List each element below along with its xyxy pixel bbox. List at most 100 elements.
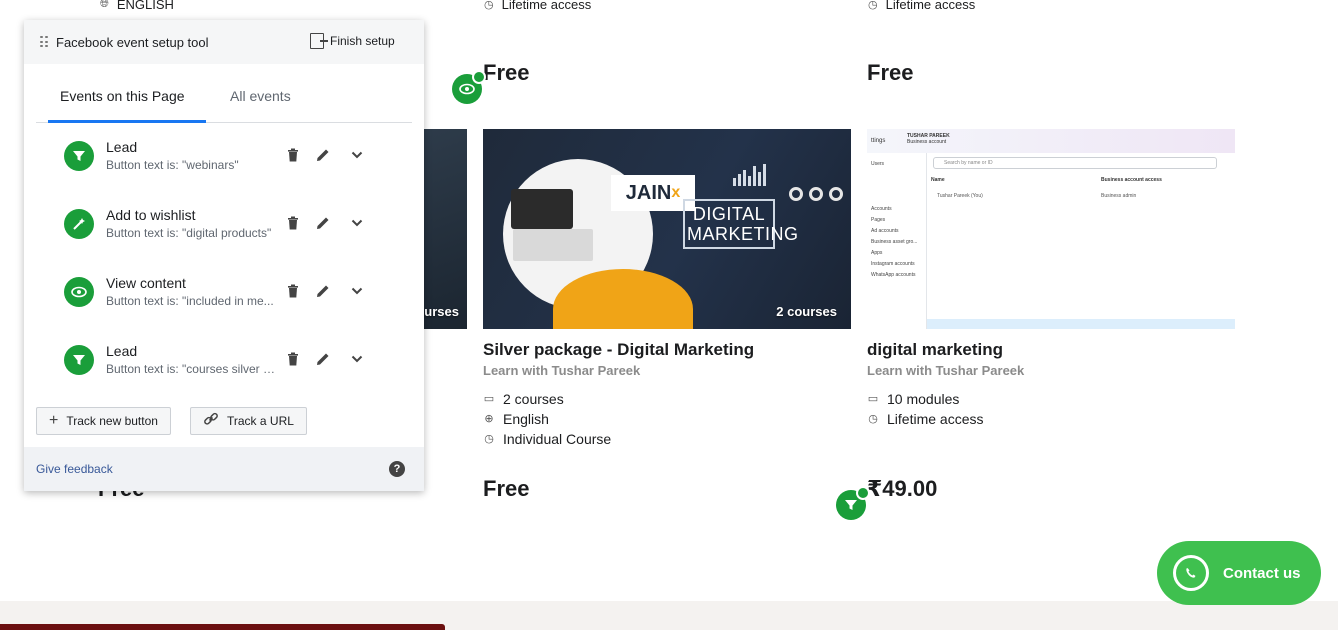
footer-accent — [0, 624, 445, 630]
globe-icon: ⊕ — [484, 413, 494, 425]
finish-setup-label: Finish setup — [330, 34, 395, 48]
panel-title: Facebook event setup tool — [56, 35, 209, 50]
language-label: ENGLISH — [116, 0, 174, 12]
meta-courses: ▭ 2 courses — [483, 391, 564, 407]
course-author: Learn with Tushar Pareek — [483, 363, 641, 378]
event-item[interactable]: Add to wishlist Button text is: "digital… — [64, 207, 404, 247]
course-price: Free — [867, 60, 914, 85]
event-description: Button text is: "webinars" — [106, 158, 239, 172]
active-tab-indicator — [48, 120, 206, 123]
image-main: Search by name or ID Name Business accou… — [927, 153, 1235, 319]
access-row: ◷ Lifetime access — [868, 0, 975, 12]
course-title[interactable]: Silver package - Digital Marketing — [483, 340, 754, 360]
event-name: View content — [106, 275, 186, 291]
panel-header: Facebook event setup tool Finish setup — [24, 20, 424, 64]
pencil-icon[interactable] — [314, 350, 332, 368]
exit-icon — [310, 33, 328, 49]
meta-access: ◷ Lifetime access — [867, 411, 983, 427]
chevron-down-icon[interactable] — [348, 282, 366, 300]
course-price: Free — [483, 60, 530, 85]
event-name: Lead — [106, 343, 138, 359]
trash-icon[interactable] — [284, 350, 302, 368]
trash-icon[interactable] — [284, 146, 302, 164]
help-icon[interactable]: ? — [389, 461, 405, 477]
ring-icon — [809, 187, 823, 201]
image-bottom-bar — [927, 319, 1235, 329]
event-description: Button text is: "digital products" — [106, 226, 272, 240]
whatsapp-icon — [1173, 555, 1209, 591]
link-icon — [203, 411, 219, 431]
event-item[interactable]: Lead Button text is: "webinars" — [64, 139, 404, 179]
image-bars — [733, 164, 766, 186]
access-label: Lifetime access — [501, 0, 592, 12]
meta-type: ◷ Individual Course — [483, 431, 611, 447]
tracked-lead-marker[interactable] — [836, 486, 870, 520]
meta-modules: ▭ 10 modules — [867, 391, 960, 407]
pencil-icon[interactable] — [314, 146, 332, 164]
event-item[interactable]: Lead Button text is: "courses silver p..… — [64, 343, 404, 383]
give-feedback-link[interactable]: Give feedback — [36, 462, 113, 476]
event-name: Add to wishlist — [106, 207, 196, 223]
funnel-icon — [64, 141, 94, 171]
course-image[interactable]: ttings TUSHAR PAREEK Business account Use… — [867, 129, 1235, 329]
book-icon: ▭ — [867, 393, 879, 405]
access-row: ◷ Lifetime access — [484, 0, 591, 12]
tracked-view-content-marker[interactable] — [452, 70, 486, 104]
event-item[interactable]: View content Button text is: "included i… — [64, 275, 404, 315]
clock-icon: ◷ — [868, 413, 878, 425]
meta-label: Individual Course — [503, 431, 612, 447]
finish-setup-button[interactable]: Finish setup — [310, 33, 395, 49]
pencil-icon[interactable] — [314, 214, 332, 232]
course-price: ₹49.00 — [867, 476, 938, 501]
meta-label: 2 courses — [503, 391, 564, 407]
track-new-button[interactable]: + Track new button — [36, 407, 171, 435]
trash-icon[interactable] — [284, 214, 302, 232]
whatsapp-contact-button[interactable]: Contact us — [1157, 541, 1321, 605]
ring-icon — [829, 187, 843, 201]
image-sidebar: Users Accounts Pages Ad accounts Busines… — [867, 153, 927, 329]
panel-footer: Give feedback ? — [24, 447, 424, 491]
check-icon — [856, 486, 870, 500]
funnel-icon — [845, 500, 857, 510]
image-laptop — [511, 189, 573, 229]
funnel-icon — [64, 345, 94, 375]
track-url-label: Track a URL — [227, 414, 294, 428]
ring-icon — [789, 187, 803, 201]
chevron-down-icon[interactable] — [348, 214, 366, 232]
event-description: Button text is: "courses silver p... — [106, 362, 278, 376]
track-new-button-label: Track new button — [66, 414, 158, 428]
trash-icon[interactable] — [284, 282, 302, 300]
wand-icon — [64, 209, 94, 239]
clock-icon: ◷ — [484, 0, 494, 11]
plus-icon: + — [49, 412, 59, 429]
book-icon: ▭ — [483, 393, 495, 405]
drag-handle-icon[interactable] — [40, 36, 48, 48]
eye-icon — [459, 83, 475, 95]
tab-events-on-page[interactable]: Events on this Page — [60, 88, 185, 104]
courses-badge: 2 courses — [776, 304, 837, 319]
image-keyboard — [513, 229, 593, 261]
meta-label: Lifetime access — [887, 411, 984, 427]
meta-label: 10 modules — [887, 391, 960, 407]
access-label: Lifetime access — [885, 0, 976, 12]
meta-label: English — [503, 411, 549, 427]
tab-all-events[interactable]: All events — [230, 88, 291, 104]
chevron-down-icon[interactable] — [348, 146, 366, 164]
chevron-down-icon[interactable] — [348, 350, 366, 368]
image-topbar: ttings TUSHAR PAREEK Business account — [867, 129, 1235, 153]
track-url-button[interactable]: Track a URL — [190, 407, 307, 435]
course-title[interactable]: digital marketing — [867, 340, 1003, 360]
course-image[interactable]: JAIN x DIGITAL MARKETING 2 courses — [483, 129, 851, 329]
meta-language: ⊕ English — [483, 411, 549, 427]
event-name: Lead — [106, 139, 138, 155]
event-setup-panel: Facebook event setup tool Finish setup E… — [24, 20, 424, 491]
language-row: 🌐︎ ENGLISH — [100, 0, 174, 12]
clock-icon: ◷ — [484, 433, 494, 445]
event-tabs: Events on this Page All events — [36, 64, 412, 123]
page: 🌐︎ ENGLISH ◷ Lifetime access ◷ Lifetime … — [0, 0, 1338, 630]
check-icon — [472, 70, 486, 84]
image-headline: DIGITAL MARKETING — [683, 199, 798, 249]
event-description: Button text is: "included in me... — [106, 294, 274, 308]
eye-icon — [64, 277, 94, 307]
pencil-icon[interactable] — [314, 282, 332, 300]
